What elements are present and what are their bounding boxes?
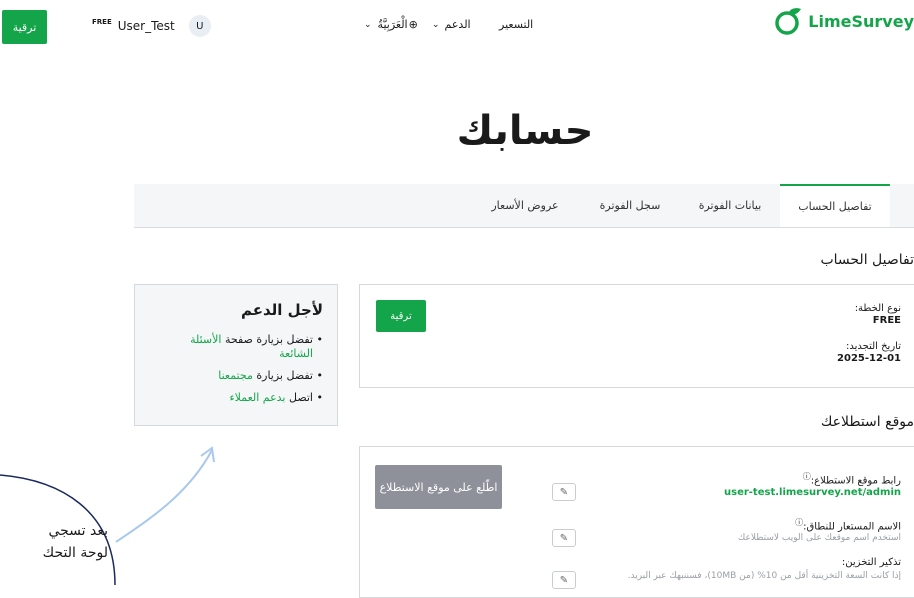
support-menu[interactable]: ⌄ الدعم: [432, 18, 471, 31]
pricing-link[interactable]: التسعير: [499, 18, 533, 31]
support-menu-label: الدعم: [444, 18, 471, 31]
chevron-down-icon: ⌄: [364, 19, 372, 30]
chevron-down-icon: ⌄: [432, 19, 440, 30]
community-link[interactable]: مجتمعنا: [218, 369, 253, 382]
pencil-icon: ✎: [559, 532, 569, 544]
survey-site-heading: موقع استطلاعك: [820, 414, 914, 430]
survey-site-card: اطّلع على موقع الاستطلاع رابط موقع الاست…: [359, 446, 914, 598]
list-item: اتصل بدعم العملاء: [153, 391, 323, 405]
domain-alias-label: الاسم المستعار للنطاق:ⓘ: [795, 518, 901, 533]
onboarding-text: بعد تسجي لوحة التحك: [42, 523, 108, 561]
info-icon[interactable]: ⓘ: [803, 472, 811, 481]
plan-type-value: FREE: [872, 315, 901, 326]
limesurvey-logo[interactable]: LimeSurvey: [774, 6, 914, 36]
renewal-date-value: 2025-12-01: [837, 353, 901, 364]
account-details-card: ترقية نوع الخطة: FREE تاريخ التجديد: 202…: [359, 284, 914, 388]
language-label: الْعَرَبِيَّةُ: [377, 18, 408, 31]
upgrade-button[interactable]: ترقية: [2, 10, 47, 44]
support-title: لأجل الدعم: [240, 301, 323, 319]
logo-text: LimeSurvey: [808, 11, 914, 31]
top-bar: ترقية FREE User_Test U ⌄ الْعَرَبِيَّةُ …: [0, 0, 914, 56]
storage-reminder-label: تذكير التخزين:: [841, 557, 901, 568]
tab-quotes[interactable]: عروض الأسعار: [470, 184, 580, 227]
globe-icon: ⊕: [408, 18, 418, 31]
upgrade-plan-button[interactable]: ترقية: [376, 300, 426, 332]
account-tabs: تفاصيل الحساب بيانات الفوترة سجل الفوترة…: [134, 184, 914, 228]
domain-alias-hint: استخدم اسم موقعك على الويب لاستطلاعك: [737, 533, 901, 543]
pencil-icon: ✎: [559, 574, 569, 586]
onboarding-arrow: [115, 446, 215, 543]
view-survey-site-button[interactable]: اطّلع على موقع الاستطلاع: [375, 465, 502, 509]
survey-link-value[interactable]: user-test.limesurvey.net/admin: [724, 487, 901, 498]
customer-support-link[interactable]: بدعم العملاء: [229, 391, 285, 404]
survey-link-label: رابط موقع الاستطلاع:ⓘ: [802, 472, 901, 487]
info-icon[interactable]: ⓘ: [795, 518, 803, 527]
tab-billing-history[interactable]: سجل الفوترة: [580, 184, 680, 227]
support-list: تفضل بزيارة صفحة الأسئلة الشائعة تفضل بز…: [153, 333, 323, 413]
username: User_Test: [117, 19, 175, 33]
plan-type-label: نوع الخطة:: [854, 303, 901, 314]
page-title: حسابك: [456, 108, 594, 154]
list-item: تفضل بزيارة صفحة الأسئلة الشائعة: [153, 333, 323, 361]
language-selector[interactable]: ⌄ الْعَرَبِيَّةُ ⊕: [364, 18, 418, 31]
edit-storage-button[interactable]: ✎: [552, 571, 576, 589]
edit-alias-button[interactable]: ✎: [552, 529, 576, 547]
user-menu[interactable]: FREE User_Test U: [92, 14, 211, 38]
renewal-date-label: تاريخ التجديد:: [845, 341, 901, 352]
edit-link-button[interactable]: ✎: [552, 483, 576, 501]
tab-billing-data[interactable]: بيانات الفوترة: [680, 184, 780, 227]
tab-account-details[interactable]: تفاصيل الحساب: [780, 184, 890, 227]
avatar[interactable]: U: [188, 15, 211, 37]
plan-badge: FREE: [92, 18, 112, 26]
list-item: تفضل بزيارة مجتمعنا: [153, 369, 323, 383]
account-details-heading: تفاصيل الحساب: [820, 252, 914, 268]
support-panel: لأجل الدعم تفضل بزيارة صفحة الأسئلة الشا…: [134, 284, 338, 426]
pencil-icon: ✎: [559, 486, 569, 498]
lime-logo-icon: [775, 8, 802, 35]
storage-reminder-hint: إذا كانت السعة التخزينية أقل من 10% (من …: [627, 571, 901, 581]
